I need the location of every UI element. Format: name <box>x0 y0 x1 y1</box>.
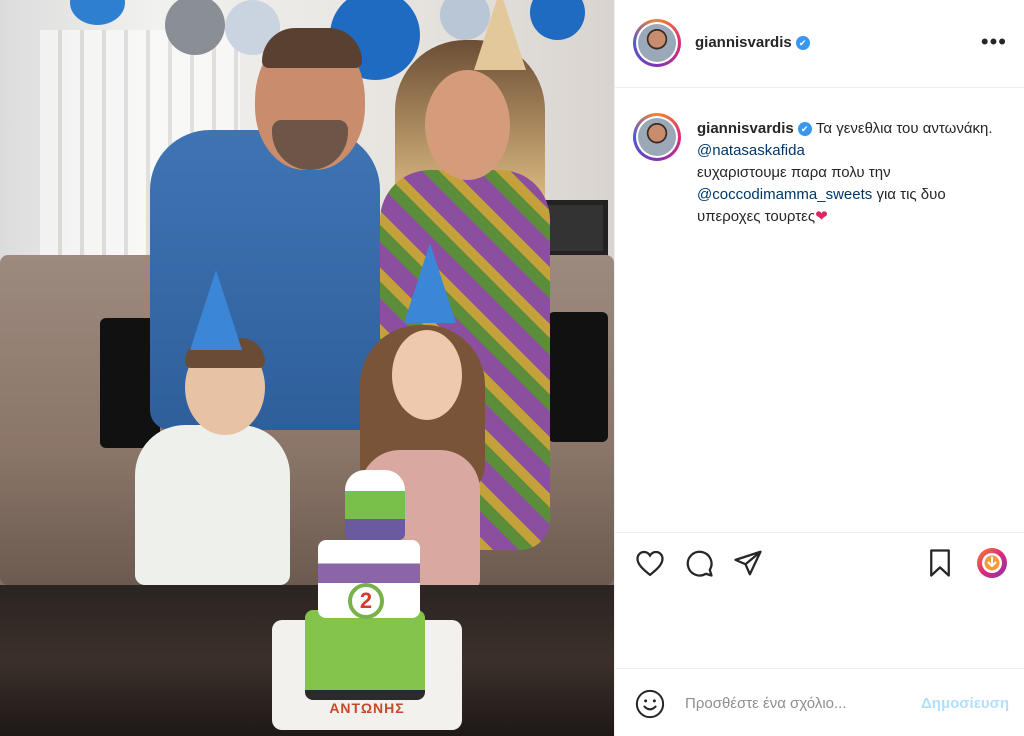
avatar[interactable] <box>633 19 681 67</box>
post-comment-button[interactable]: Δημοσίευση <box>921 695 1009 712</box>
cake-number-badge: 2 <box>348 583 384 619</box>
verified-badge-icon: ✔ <box>797 122 812 137</box>
add-comment-bar: Προσθέστε ένα σχόλιο... Δημοσίευση <box>615 668 1024 736</box>
wall-picture-frame <box>540 200 608 256</box>
cake-name-text: ΑΝΤΩΝΗΣ <box>329 700 405 716</box>
pillow <box>548 312 608 442</box>
bookmark-icon[interactable] <box>926 548 954 578</box>
verified-badge-icon: ✔ <box>795 35 810 50</box>
mention-link[interactable]: @natasaskafida <box>697 142 805 159</box>
avatar-image <box>638 24 676 62</box>
avatar-image <box>638 118 676 156</box>
comment-icon[interactable] <box>684 548 714 578</box>
header-username[interactable]: giannisvardis <box>695 34 792 51</box>
party-hat <box>190 270 242 350</box>
heart-emoji: ❤ <box>815 208 828 225</box>
post-side-panel: giannisvardis ✔ ••• giannisvardis ✔ Τα γεν… <box>614 0 1024 736</box>
party-hat <box>474 0 526 70</box>
post-header: giannisvardis ✔ ••• <box>615 0 1024 88</box>
post-photo[interactable]: 2 ΑΝΤΩΝΗΣ <box>0 0 614 736</box>
post-caption: giannisvardis ✔ Τα γενεθλια του αντωνάκη.… <box>697 118 997 228</box>
more-dots-icon[interactable]: ••• <box>981 31 1007 53</box>
share-icon[interactable] <box>733 548 763 578</box>
action-bar <box>615 532 1024 592</box>
comment-input[interactable]: Προσθέστε ένα σχόλιο... <box>685 695 847 712</box>
caption-text: Τα γενεθλια του αντωνάκη. <box>815 120 993 137</box>
cake-topper-figure <box>345 470 405 540</box>
caption-text: ευχαριστουμε παρα πολυ την <box>697 164 891 181</box>
heart-icon[interactable] <box>635 549 665 577</box>
caption-avatar[interactable] <box>633 113 681 161</box>
cake-middle-tier <box>305 610 425 700</box>
caption-username[interactable]: giannisvardis <box>697 120 794 137</box>
download-icon[interactable] <box>976 547 1008 579</box>
boy-shirt <box>135 425 290 585</box>
party-hat <box>404 243 456 323</box>
man-hair <box>262 28 362 68</box>
girl-face <box>392 330 462 420</box>
mention-link[interactable]: @coccodimamma_sweets <box>697 186 872 203</box>
smiley-icon[interactable] <box>635 689 665 719</box>
woman-face <box>425 70 510 180</box>
